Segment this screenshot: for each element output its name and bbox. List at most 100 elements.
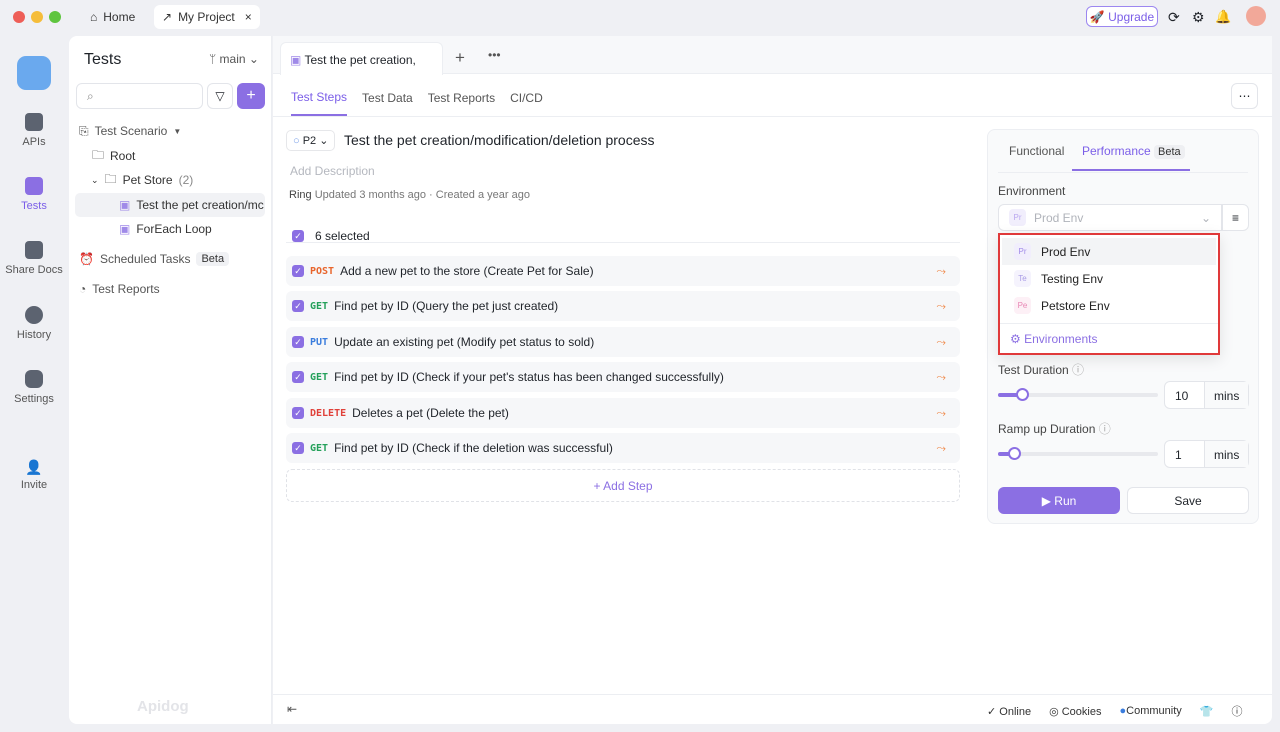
method-badge: GET [310,371,329,383]
shirt-icon[interactable]: 👕 [1200,705,1214,718]
rail-item-tests[interactable]: Tests [0,177,68,212]
test-file-icon: ▣ [119,222,131,236]
caret-down-icon: ▼ [173,126,182,136]
book-icon [25,241,43,259]
tab-ci-cd[interactable]: CI/CD [510,91,543,105]
tab-test-reports[interactable]: Test Reports [428,91,495,105]
checkbox-icon[interactable]: ✓ [292,371,304,383]
priority-selector[interactable]: ○ P2 ⌄ [286,130,336,151]
link-icon[interactable]: ⤳ [936,406,946,421]
env-option-testing[interactable]: Te Testing Env [1000,265,1218,292]
tree-item-selected[interactable]: ▣ Test the pet creation/mc [75,193,265,217]
rail-item-invite[interactable]: 👤 Invite [0,459,68,491]
step-row[interactable]: ✓ POST Add a new pet to the store (Create … [286,256,960,286]
slider-handle[interactable] [1016,388,1029,401]
checkbox-icon[interactable]: ✓ [292,407,304,419]
slider-handle[interactable] [1008,447,1021,460]
branch-selector[interactable]: ᛘ main ⌄ [209,52,259,66]
env-option-petstore[interactable]: Pe Petstore Env [1000,292,1218,319]
environment-select[interactable]: Pr Prod Env ⌄ [998,204,1222,231]
collapse-sidebar-button[interactable]: ⇤ [287,702,297,716]
upgrade-button[interactable]: 🚀 Upgrade [1086,6,1158,27]
tree-scheduled-tasks[interactable]: ⏰ Scheduled Tasks Beta [79,247,230,271]
selected-count: 6 selected [315,229,370,243]
footer-label: Online [999,705,1032,718]
link-icon[interactable]: ⤳ [936,370,946,385]
checkbox-icon[interactable]: ✓ [292,230,304,242]
test-title[interactable]: Test the pet creation/modification/delet… [344,132,655,148]
run-button[interactable]: ▶ Run [998,487,1120,514]
tree-test-scenario[interactable]: ⎘ Test Scenario ▼ [79,119,181,143]
duration-input[interactable]: 10 mins [1164,381,1249,409]
ramp-slider[interactable] [998,447,1158,460]
label-text: Ramp up Duration [998,422,1096,436]
more-options-button[interactable]: ⋯ [1231,83,1258,109]
project-logo[interactable] [17,56,51,90]
link-icon[interactable]: ⤳ [936,441,946,456]
bell-icon[interactable]: 🔔 [1215,9,1231,25]
step-row[interactable]: ✓ GET Find pet by ID (Query the pet just c… [286,291,960,321]
filter-icon: ▽ [215,89,225,103]
duration-value[interactable]: 10 [1165,382,1205,408]
new-tab-button[interactable]: + [455,48,465,68]
more-tabs-button[interactable]: ••• [488,48,501,62]
help-icon[interactable]: ⓘ [1231,703,1242,719]
refresh-icon[interactable]: ⟳ [1168,9,1180,26]
gear-icon[interactable]: ⚙ [1192,9,1205,26]
avatar[interactable] [1246,6,1266,26]
manage-environments-link[interactable]: ⚙ Environments [1000,323,1218,346]
ramp-input[interactable]: 1 mins [1164,440,1249,468]
tree-folder-pet-store[interactable]: ⌄ 🗀 Pet Store (2) [91,168,193,192]
rail-item-apis[interactable]: APIs [0,113,68,148]
tab-my-project[interactable]: ↗ My Project × [154,5,260,29]
step-text: Find pet by ID (Check if the deletion wa… [334,441,613,455]
close-window-button[interactable] [13,11,25,23]
ramp-value[interactable]: 1 [1165,441,1205,467]
search-input[interactable]: ⌕ [76,83,203,109]
filter-button[interactable]: ▽ [207,83,233,109]
add-button[interactable]: + [237,83,265,109]
link-icon[interactable]: ⤳ [936,264,946,279]
checkbox-icon[interactable]: ✓ [292,336,304,348]
tab-home[interactable]: ⌂ Home [82,5,143,29]
description-input[interactable]: Add Description [290,164,375,178]
save-button[interactable]: Save [1127,487,1249,514]
rail-item-share-docs[interactable]: Share Docs [0,241,68,276]
maximize-window-button[interactable] [49,11,61,23]
step-row[interactable]: ✓ GET Find pet by ID (Check if your pet's … [286,362,960,392]
tree-root[interactable]: 🗀 Root [92,144,135,168]
method-badge: DELETE [310,407,347,419]
select-all[interactable]: ✓ 6 selected [292,229,370,243]
close-icon[interactable]: × [245,10,252,24]
checkbox-icon[interactable]: ✓ [292,265,304,277]
community-link[interactable]: ●Community [1119,705,1181,717]
minimize-window-button[interactable] [31,11,43,23]
branch-label: main [219,52,246,66]
tab-label: My Project [178,10,235,24]
rail-item-history[interactable]: History [0,306,68,341]
tree-item[interactable]: ▣ ForEach Loop [119,217,212,241]
cookies-button[interactable]: ◎ Cookies [1049,705,1101,718]
link-icon[interactable]: ⤳ [936,335,946,350]
step-row[interactable]: ✓ PUT Update an existing pet (Modify pet s… [286,327,960,357]
step-row[interactable]: ✓ DELETE Deletes a pet (Delete the pet) ⤳ [286,398,960,428]
tab-test-steps[interactable]: Test Steps [291,80,348,116]
env-menu-button[interactable]: ≡ [1222,204,1249,231]
add-step-button[interactable]: + Add Step [286,469,960,502]
tab-test-data[interactable]: Test Data [362,91,413,105]
rail-item-settings[interactable]: Settings [0,370,68,405]
unit-label: mins [1205,382,1248,408]
editor-tab[interactable]: ▣ Test the pet creation, [280,42,443,75]
rocket-icon: 🚀 [1089,9,1105,24]
tree-test-reports[interactable]: ◔ Test Reports [79,277,160,301]
tab-functional[interactable]: Functional [1009,144,1064,158]
checkbox-icon[interactable]: ✓ [292,300,304,312]
online-status[interactable]: ✓ Online [987,705,1031,718]
tree-label: Pet Store [122,173,173,187]
duration-slider[interactable] [998,388,1158,401]
link-icon[interactable]: ⤳ [936,299,946,314]
tab-performance[interactable]: Performance Beta [1072,136,1190,171]
step-row[interactable]: ✓ GET Find pet by ID (Check if the deletio… [286,433,960,463]
checkbox-icon[interactable]: ✓ [292,442,304,454]
env-option-prod[interactable]: Pr Prod Env [1002,238,1216,265]
